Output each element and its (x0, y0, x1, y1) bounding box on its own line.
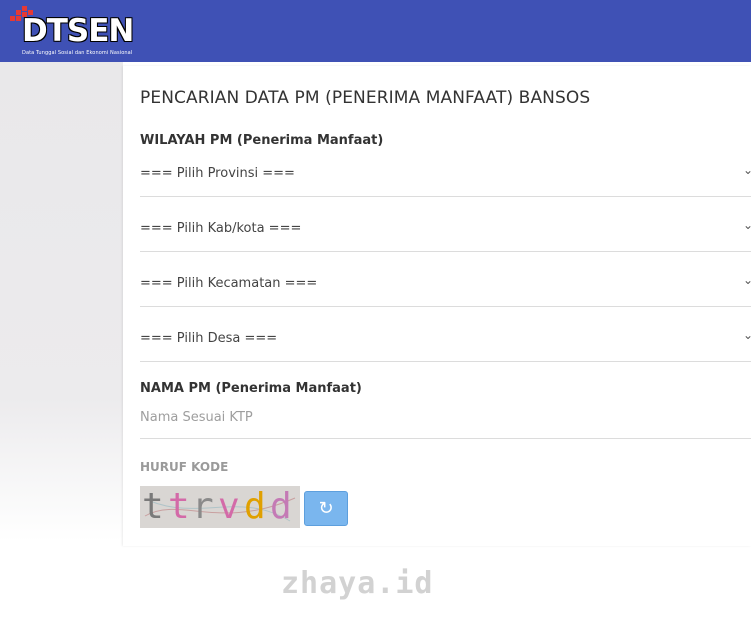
village-select[interactable]: === Pilih Desa === ⌄ (140, 322, 751, 362)
page: DTSEN Data Tunggal Sosial dan Ekonomi Na… (0, 0, 751, 630)
chevron-down-icon: ⌄ (742, 328, 751, 342)
district-select-label: === Pilih Kecamatan === (140, 276, 318, 291)
logo-text: DTSEN (22, 13, 134, 49)
refresh-icon: ↻ (318, 498, 334, 519)
province-select-label: === Pilih Provinsi === (140, 166, 295, 181)
left-sidebar (0, 62, 123, 542)
village-select-label: === Pilih Desa === (140, 331, 278, 346)
top-header: DTSEN Data Tunggal Sosial dan Ekonomi Na… (0, 0, 751, 62)
captcha-char: d (270, 486, 292, 527)
page-title: PENCARIAN DATA PM (PENERIMA MANFAAT) BAN… (140, 88, 591, 108)
captcha-char: v (218, 486, 240, 527)
captcha-char: t (168, 486, 190, 527)
chevron-down-icon: ⌄ (742, 273, 751, 287)
province-select[interactable]: === Pilih Provinsi === ⌄ (140, 157, 751, 197)
name-input-row (140, 404, 751, 439)
chevron-down-icon: ⌄ (742, 163, 751, 177)
captcha-char: r (192, 486, 214, 527)
captcha-image: t t r v d d (140, 486, 300, 528)
dtsen-logo[interactable]: DTSEN Data Tunggal Sosial dan Ekonomi Na… (10, 6, 134, 60)
captcha-label: HURUF KODE (140, 460, 229, 474)
name-input[interactable] (140, 410, 740, 425)
city-select-label: === Pilih Kab/kota === (140, 221, 302, 236)
refresh-captcha-button[interactable]: ↻ (304, 491, 348, 526)
district-select[interactable]: === Pilih Kecamatan === ⌄ (140, 267, 751, 307)
captcha-char: d (244, 486, 266, 527)
name-label: NAMA PM (Penerima Manfaat) (140, 381, 362, 396)
city-select[interactable]: === Pilih Kab/kota === ⌄ (140, 212, 751, 252)
chevron-down-icon: ⌄ (742, 218, 751, 232)
region-label: WILAYAH PM (Penerima Manfaat) (140, 133, 384, 148)
logo-subtitle: Data Tunggal Sosial dan Ekonomi Nasional (22, 50, 133, 56)
captcha-char: t (142, 486, 164, 527)
watermark: zhaya.id (281, 566, 434, 601)
